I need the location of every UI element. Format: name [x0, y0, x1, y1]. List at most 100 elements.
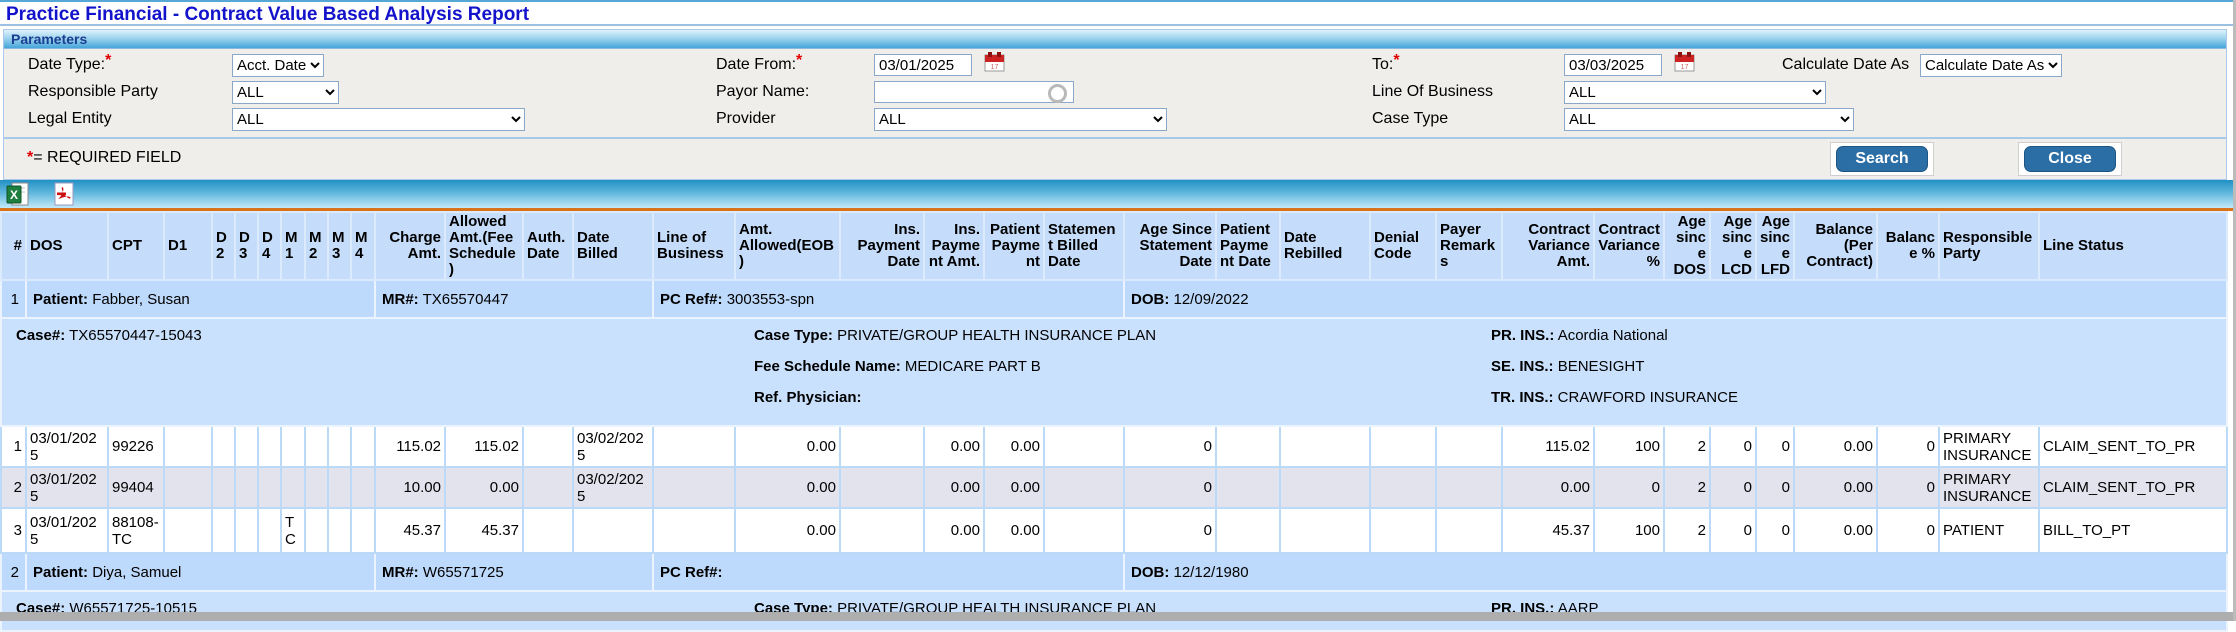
dob-label: DOB:: [1131, 291, 1169, 308]
table-cell: [212, 426, 235, 467]
col-header: D2: [212, 212, 235, 280]
case-type-select[interactable]: ALL: [1564, 108, 1854, 131]
date-type-select[interactable]: Acct. Date: [232, 54, 324, 77]
payor-lookup-icon[interactable]: [1048, 84, 1067, 103]
patient-dob-cell: DOB: 12/09/2022: [1124, 280, 2227, 318]
date-type-label: Date Type:*: [28, 56, 111, 74]
bottom-scroll-strip[interactable]: [0, 612, 2236, 621]
report-table: # DOS CPT D1 D2 D3 D4 M1 M2 M3 M4 Charge…: [0, 211, 2228, 632]
table-cell: [305, 426, 328, 467]
table-cell: 0: [1877, 467, 1939, 508]
table-cell: 2: [1664, 508, 1710, 553]
patient-mr-cell: MR#: W65571725: [375, 553, 653, 591]
search-button[interactable]: Search: [1836, 146, 1928, 172]
svg-text:17: 17: [1681, 64, 1689, 71]
table-cell: 1: [1, 426, 26, 467]
patient-index: 2: [1, 553, 26, 591]
table-cell: [523, 426, 573, 467]
col-header: Contract Variance Amt.: [1502, 212, 1594, 280]
table-cell: [1436, 467, 1502, 508]
col-header: Statement Billed Date: [1044, 212, 1124, 280]
table-cell: [840, 426, 924, 467]
case-label: Case#:: [16, 327, 65, 344]
calendar-icon[interactable]: 17: [984, 52, 1005, 72]
required-field-note: *= REQUIRED FIELD: [27, 149, 181, 167]
se-ins-value: BENESIGHT: [1558, 358, 1645, 375]
col-header: Age since LCD: [1710, 212, 1756, 280]
col-header: Charge Amt.: [375, 212, 445, 280]
table-cell: [653, 508, 735, 553]
table-cell: 0.00: [1794, 508, 1877, 553]
se-ins-label: SE. INS.:: [1491, 358, 1554, 375]
to-label: To:*: [1372, 56, 1400, 74]
patient-index: 1: [1, 280, 26, 318]
table-cell: [1216, 467, 1280, 508]
table-cell: 03/01/2025: [26, 467, 108, 508]
table-cell: 0.00: [924, 467, 984, 508]
dob-value: 12/12/1980: [1174, 564, 1249, 581]
table-cell: 0: [1124, 467, 1216, 508]
col-header: Denial Code: [1370, 212, 1436, 280]
col-header: Line Status: [2039, 212, 2227, 280]
patient-dob-cell: DOB: 12/12/1980: [1124, 553, 2227, 591]
table-cell: [212, 467, 235, 508]
table-cell: 2: [1664, 467, 1710, 508]
table-cell: TC: [281, 508, 305, 553]
svg-text:X: X: [10, 188, 18, 202]
dob-value: 12/09/2022: [1174, 291, 1249, 308]
table-cell: 0.00: [1794, 467, 1877, 508]
table-cell: PATIENT: [1939, 508, 2039, 553]
table-cell: [1280, 426, 1370, 467]
legal-entity-select[interactable]: ALL: [232, 108, 525, 131]
table-cell: [258, 467, 281, 508]
date-from-input[interactable]: [874, 54, 972, 76]
table-cell: 0.00: [735, 426, 840, 467]
title-bar: Practice Financial - Contract Value Base…: [0, 0, 2236, 26]
table-cell: [258, 426, 281, 467]
responsible-party-label: Responsible Party: [28, 83, 158, 101]
required-field-row: *= REQUIRED FIELD Search Close: [4, 137, 2226, 179]
table-cell: 2: [1, 467, 26, 508]
to-date-input[interactable]: [1564, 54, 1662, 76]
table-cell: 0.00: [924, 426, 984, 467]
pdf-export-icon[interactable]: [52, 182, 76, 206]
col-header: Balance %: [1877, 212, 1939, 280]
table-cell: 0: [1710, 426, 1756, 467]
patient-name-cell: Patient: Fabber, Susan: [26, 280, 375, 318]
table-cell: 2: [1664, 426, 1710, 467]
table-cell: BILL_TO_PT: [2039, 508, 2227, 553]
mr-label: MR#:: [382, 564, 419, 581]
calculate-date-as-select[interactable]: Calculate Date As: [1920, 54, 2062, 77]
table-cell: [1044, 426, 1124, 467]
table-cell: PRIMARY INSURANCE: [1939, 467, 2039, 508]
table-cell: 03/01/2025: [26, 508, 108, 553]
calculate-date-as-label: Calculate Date As: [1782, 56, 1909, 74]
table-cell: 0.00: [1794, 426, 1877, 467]
col-header: Balance (Per Contract): [1794, 212, 1877, 280]
close-button[interactable]: Close: [2024, 146, 2116, 172]
table-cell: [1436, 508, 1502, 553]
payor-name-input[interactable]: [874, 81, 1074, 103]
table-cell: 3: [1, 508, 26, 553]
col-header: Patient Payment: [984, 212, 1044, 280]
line-of-business-select[interactable]: ALL: [1564, 81, 1826, 104]
table-cell: 0: [1877, 426, 1939, 467]
col-header: D1: [164, 212, 212, 280]
table-cell: [840, 508, 924, 553]
required-asterisk: *: [796, 52, 802, 69]
table-cell: 115.02: [445, 426, 523, 467]
responsible-party-select[interactable]: ALL: [232, 81, 339, 104]
table-cell: 0: [1124, 508, 1216, 553]
col-header: #: [1, 212, 26, 280]
table-cell: [305, 508, 328, 553]
table-cell: [351, 426, 375, 467]
table-cell: 0.00: [984, 426, 1044, 467]
table-cell: 88108-TC: [108, 508, 164, 553]
col-header: Responsible Party: [1939, 212, 2039, 280]
table-cell: 03/02/2025: [573, 467, 653, 508]
provider-select[interactable]: ALL: [874, 108, 1167, 131]
table-cell: 0.00: [735, 467, 840, 508]
table-cell: [164, 467, 212, 508]
excel-export-icon[interactable]: X: [6, 182, 30, 206]
calendar-icon[interactable]: 17: [1674, 52, 1695, 72]
